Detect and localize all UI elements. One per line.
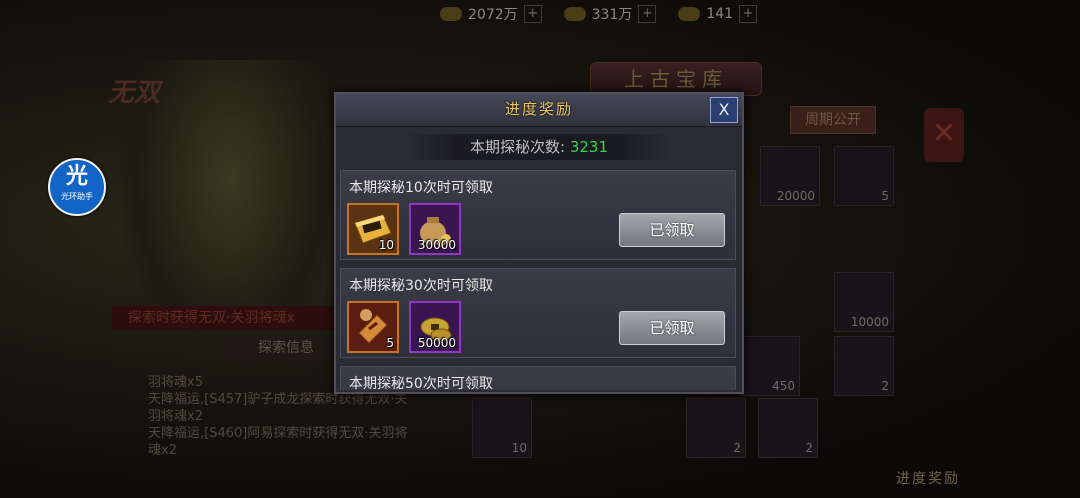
close-icon[interactable]: ✕ bbox=[924, 108, 964, 162]
item-qty: 30000 bbox=[417, 238, 456, 252]
wushuang-label: 无双 bbox=[108, 78, 161, 108]
explore-banner: 探索时获得无双·关羽将魂x bbox=[112, 306, 358, 330]
explore-count-label: 本期探秘次数: bbox=[469, 138, 566, 156]
resource-value: 2072万 bbox=[468, 7, 518, 23]
item-qty: 5 bbox=[386, 336, 394, 350]
resource-value: 141 bbox=[706, 6, 734, 22]
claimed-button[interactable]: 已领取 bbox=[619, 311, 725, 345]
reward-condition: 本期探秘50次时可领取 bbox=[349, 376, 493, 390]
slot-qty: 20000 bbox=[776, 189, 815, 203]
slot-qty: 2 bbox=[733, 441, 741, 455]
slot-qty: 2 bbox=[881, 379, 889, 393]
helper-logo-glyph: 光 bbox=[65, 164, 88, 189]
resource-gem: 141 + bbox=[678, 5, 758, 23]
coin-icon bbox=[563, 7, 586, 21]
log-line: 羽将魂x2 bbox=[148, 409, 203, 424]
ingot-icon bbox=[440, 7, 462, 21]
reward-item[interactable]: 10 bbox=[347, 203, 399, 255]
reward-row: 本期探秘50次时可领取 bbox=[340, 366, 736, 390]
claimed-button[interactable]: 已领取 bbox=[619, 213, 725, 247]
slot-qty: 10000 bbox=[850, 315, 889, 329]
reward-item[interactable]: 50000 bbox=[409, 301, 461, 353]
resource-value: 331万 bbox=[591, 7, 633, 23]
slot-qty: 2 bbox=[805, 441, 813, 455]
progress-reward-dialog: 进度奖励 X 本期探秘次数: 3231 本期探秘10次时可领取 10 30000… bbox=[334, 92, 744, 394]
reward-slot[interactable]: 2 bbox=[686, 398, 746, 458]
dialog-header: 进度奖励 X bbox=[336, 94, 742, 127]
slot-qty: 450 bbox=[772, 379, 795, 393]
helper-label: 光环助手 bbox=[61, 192, 93, 201]
reward-row: 本期探秘30次时可领取 5 50000 已领取 bbox=[340, 268, 736, 358]
reward-slot[interactable]: 20000 bbox=[760, 146, 820, 206]
add-gem-button[interactable]: + bbox=[739, 5, 758, 23]
assistant-float-button[interactable]: 光 光环助手 bbox=[48, 158, 106, 216]
reward-slot[interactable]: 2 bbox=[758, 398, 818, 458]
slot-qty: 10 bbox=[511, 441, 527, 455]
shop-title: 上古宝库 bbox=[590, 62, 762, 96]
explore-count-value: 3231 bbox=[569, 138, 609, 156]
reward-condition: 本期探秘10次时可领取 bbox=[349, 180, 493, 196]
reward-slot[interactable]: 5 bbox=[834, 146, 894, 206]
add-ingot-button[interactable]: + bbox=[523, 5, 542, 23]
reward-slot[interactable]: 10 bbox=[472, 398, 532, 458]
reward-slot[interactable]: 2 bbox=[834, 336, 894, 396]
reward-item[interactable]: 5 bbox=[347, 301, 399, 353]
close-button[interactable]: X bbox=[710, 97, 738, 123]
progress-reward-entry[interactable]: 进度奖励 bbox=[896, 468, 960, 488]
reward-condition: 本期探秘30次时可领取 bbox=[349, 278, 493, 294]
explore-count: 本期探秘次数: 3231 bbox=[406, 134, 672, 160]
slot-qty: 5 bbox=[881, 189, 889, 203]
reward-item[interactable]: 30000 bbox=[409, 203, 461, 255]
item-qty: 50000 bbox=[417, 336, 456, 350]
reward-list[interactable]: 本期探秘10次时可领取 10 30000 已领取 本期探秘30次时可领取 5 5… bbox=[340, 170, 738, 390]
resource-ingot: 2072万 + bbox=[440, 4, 542, 24]
item-qty: 10 bbox=[378, 238, 394, 252]
reward-slot[interactable]: 10000 bbox=[834, 272, 894, 332]
resource-coin: 331万 + bbox=[563, 4, 657, 24]
gem-icon bbox=[678, 7, 701, 21]
dialog-title: 进度奖励 bbox=[504, 100, 573, 118]
log-line: 魂x2 bbox=[148, 443, 177, 458]
tab-explore-info[interactable]: 探索信息 bbox=[226, 336, 346, 360]
log-line: 天降福运,[S460]阿易探索时获得无双·关羽将 bbox=[148, 426, 408, 441]
reward-slot[interactable]: 450 bbox=[740, 336, 800, 396]
resource-bar: 2072万 + 331万 + 141 + bbox=[440, 0, 820, 28]
add-coin-button[interactable]: + bbox=[638, 5, 657, 23]
publish-button[interactable]: 周期公开 bbox=[790, 106, 876, 134]
reward-row: 本期探秘10次时可领取 10 30000 已领取 bbox=[340, 170, 736, 260]
